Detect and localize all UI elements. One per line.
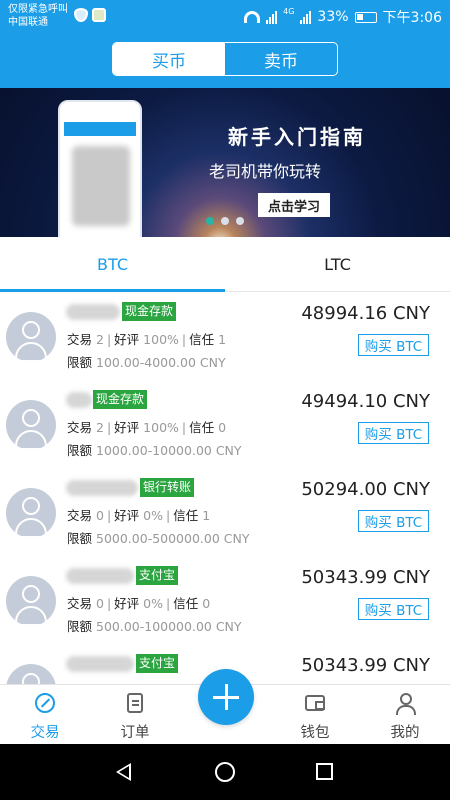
signal-icon	[266, 10, 278, 24]
carrier-info: 仅限紧急呼叫 中国联通	[8, 3, 68, 29]
payment-method-badge: 现金存款	[122, 302, 177, 321]
price: 50343.99 CNY	[301, 655, 430, 676]
battery-icon	[354, 11, 377, 23]
phone-illustration	[58, 100, 142, 237]
nav-orders[interactable]: 订单	[90, 685, 180, 745]
avatar	[6, 312, 56, 362]
payment-method-badge: 现金存款	[93, 390, 148, 409]
shield-notification-icon	[74, 8, 88, 22]
nav-wallet[interactable]: 钱包	[270, 685, 360, 745]
nav-orders-label: 订单	[120, 725, 150, 741]
list-item[interactable]: 现金存款 交易 2 | 好评 100% | 信任 1 限额 100.00-4000.00…	[0, 292, 450, 380]
tab-buy[interactable]: 买币	[113, 43, 225, 75]
seller-name-blurred	[66, 304, 120, 320]
list-item[interactable]: 现金存款 交易 2 | 好评 100% | 信任 0 限额 1000.00-10000.…	[0, 380, 450, 468]
status-bar: 仅限紧急呼叫 中国联通 4G 33% 下午3:06	[0, 0, 450, 34]
payment-method-badge: 支付宝	[136, 566, 179, 585]
banner-subtitle: 老司机带你玩转	[209, 162, 322, 181]
carrier-name: 中国联通	[8, 17, 48, 28]
buy-sell-switch: 买币 卖币	[112, 42, 338, 76]
seller-stats: 交易 0|好评 0%|信任 0	[67, 596, 211, 611]
list-item[interactable]: 支付宝 交易 0 | 好评 0% | 信任 0 限额 500.00-100000.00 …	[0, 556, 450, 644]
avatar	[6, 488, 56, 538]
home-icon[interactable]	[215, 762, 235, 782]
carousel-indicator	[206, 217, 244, 225]
signal-icon-2	[300, 10, 312, 24]
system-nav-bar	[0, 744, 450, 800]
add-button[interactable]	[198, 669, 254, 725]
buy-btc-button[interactable]: 购买 BTC	[358, 598, 429, 620]
carousel-dot[interactable]	[206, 217, 214, 225]
price: 50343.99 CNY	[301, 567, 430, 588]
nav-profile[interactable]: 我的	[360, 685, 450, 745]
wallet-icon	[305, 695, 325, 711]
seller-stats: 交易 2 | 好评 100% | 信任 0	[67, 420, 227, 435]
nav-trade-label: 交易	[30, 725, 60, 741]
clock: 下午3:06	[382, 10, 442, 26]
seller-stats: 交易 0 | 好评 0% | 信任 1	[67, 508, 211, 523]
avatar	[6, 400, 56, 450]
avatar	[6, 664, 56, 684]
trade-limit: 限额 500.00-100000.00 CNY	[67, 619, 242, 634]
nav-profile-label: 我的	[390, 725, 420, 741]
nav-trade[interactable]: 交易	[0, 685, 90, 745]
payment-method-badge: 银行转账	[140, 478, 195, 497]
trade-limit: 限额 1000.00-10000.00 CNY	[67, 443, 242, 458]
seller-name-blurred	[66, 392, 92, 408]
buy-btc-button[interactable]: 购买 BTC	[358, 334, 429, 356]
banner-title: 新手入门指南	[228, 125, 366, 149]
learn-button[interactable]: 点击学习	[258, 193, 330, 217]
list-item[interactable]: 银行转账 交易 0 | 好评 0% | 信任 1 限额 5000.00-500000.0…	[0, 468, 450, 556]
payment-method-badge: 支付宝	[136, 654, 179, 673]
buy-btc-button[interactable]: 购买 BTC	[358, 510, 429, 532]
seller-name-blurred	[66, 656, 134, 672]
price: 49494.10 CNY	[301, 391, 430, 412]
offer-list: 现金存款 交易 2 | 好评 100% | 信任 1 限额 100.00-4000.00…	[0, 292, 450, 684]
tab-ltc[interactable]: LTC	[225, 237, 450, 291]
nav-wallet-label: 钱包	[300, 725, 330, 741]
network-type: 4G	[283, 7, 295, 16]
carousel-dot[interactable]	[221, 217, 229, 225]
app-notification-icon	[92, 8, 106, 22]
seller-name-blurred	[66, 568, 134, 584]
order-icon	[127, 693, 143, 713]
recent-apps-icon[interactable]	[316, 763, 333, 780]
price: 50294.00 CNY	[301, 479, 430, 500]
carousel-dot[interactable]	[236, 217, 244, 225]
trade-icon	[35, 693, 55, 713]
promo-banner[interactable]: 新手入门指南 老司机带你玩转 点击学习	[0, 88, 450, 237]
tab-sell[interactable]: 卖币	[225, 43, 337, 75]
buy-btc-button[interactable]: 购买 BTC	[358, 422, 429, 444]
avatar	[6, 576, 56, 626]
wifi-icon	[244, 11, 261, 23]
app-header: 买币 卖币	[0, 34, 450, 88]
trade-limit: 限额 5000.00-500000.00 CNY	[67, 531, 250, 546]
seller-name-blurred	[66, 480, 138, 496]
battery-percent: 33%	[317, 9, 349, 25]
coin-tabs: BTC LTC	[0, 237, 450, 292]
tab-btc[interactable]: BTC	[0, 237, 225, 292]
price: 48994.16 CNY	[301, 303, 430, 324]
profile-icon	[395, 693, 416, 715]
carrier-emergency-text: 仅限紧急呼叫	[8, 4, 68, 15]
trade-limit: 限额 100.00-4000.00 CNY	[67, 355, 226, 370]
seller-stats: 交易 2 | 好评 100% | 信任 1	[67, 332, 227, 347]
back-icon[interactable]	[116, 763, 131, 781]
